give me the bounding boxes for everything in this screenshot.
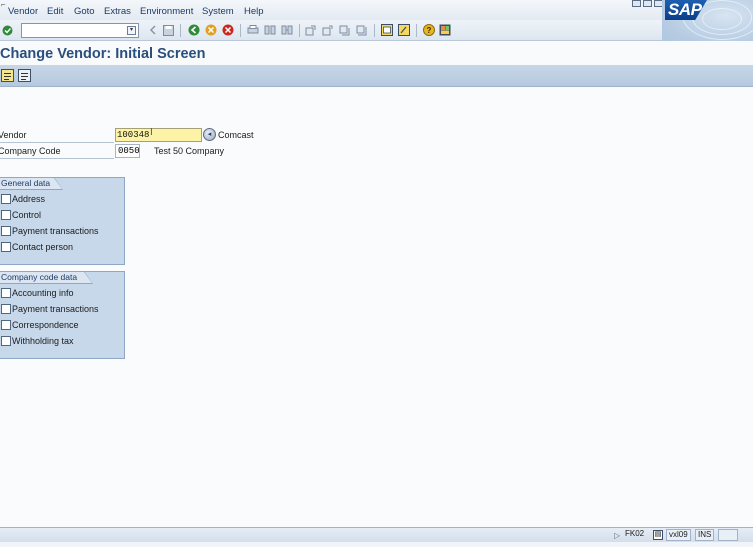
vendor-name-text: Comcast — [218, 130, 254, 140]
menu-edit[interactable]: Edit — [47, 6, 63, 17]
vendor-field[interactable]: 100348 — [115, 128, 202, 142]
accounting-info-checkbox[interactable] — [1, 288, 11, 298]
window-menu-icon[interactable]: ⌐ — [1, 0, 6, 9]
help-icon[interactable]: ? — [423, 24, 435, 36]
menu-environment[interactable]: Environment — [140, 6, 193, 17]
sap-logo-area: SAP — [662, 0, 753, 45]
maximize-icon[interactable] — [643, 0, 652, 7]
work-area: Vendor 100348 I ◂ Comcast Company Code 0… — [0, 88, 753, 528]
text-cursor-icon: I — [150, 127, 153, 138]
status-empty-cell — [718, 529, 738, 541]
standard-toolbar: ▾ ? — [0, 20, 662, 41]
checkbox-row[interactable]: Accounting info — [1, 287, 74, 299]
vendor-label: Vendor — [0, 130, 27, 140]
company-code-label: Company Code — [0, 146, 61, 156]
back-nav-icon[interactable] — [147, 24, 159, 36]
menu-help[interactable]: Help — [244, 6, 264, 17]
previous-page-icon[interactable] — [322, 24, 334, 36]
payment-transactions-checkbox[interactable] — [1, 226, 11, 236]
checkbox-row[interactable]: Contact person — [1, 241, 73, 253]
payment-transactions-label: Payment transactions — [12, 226, 99, 236]
command-history-dropdown-icon[interactable]: ▾ — [127, 26, 136, 35]
command-input[interactable] — [22, 24, 126, 37]
create-session-icon[interactable] — [381, 24, 393, 36]
contact-person-label: Contact person — [12, 242, 74, 252]
print-icon[interactable] — [247, 24, 259, 36]
cc-payment-transactions-label: Payment transactions — [12, 304, 99, 314]
save-icon[interactable] — [162, 24, 174, 36]
menu-bar: ⌐ Vendor Edit Goto Extras Environment Sy… — [0, 0, 753, 20]
cc-payment-transactions-checkbox[interactable] — [1, 304, 11, 314]
company-code-field[interactable]: 0050 — [115, 144, 140, 158]
contact-person-checkbox[interactable] — [1, 242, 11, 252]
menu-goto[interactable]: Goto — [74, 6, 95, 17]
server-name: vxl09 — [666, 529, 691, 541]
withholding-tax-label: Withholding tax — [12, 336, 74, 346]
system-info-icon[interactable]: ▤ — [653, 530, 663, 540]
command-field[interactable]: ▾ — [21, 23, 139, 38]
checkbox-row[interactable]: Control — [1, 209, 41, 221]
enter-icon[interactable] — [1, 24, 13, 36]
company-name-text: Test 50 Company — [154, 146, 225, 156]
checkbox-row[interactable]: Payment transactions — [1, 303, 99, 315]
select-all-icon[interactable] — [1, 69, 14, 82]
exit-icon[interactable] — [205, 24, 217, 36]
menu-extras[interactable]: Extras — [104, 6, 131, 17]
address-checkbox[interactable] — [1, 194, 11, 204]
correspondence-label: Correspondence — [12, 320, 79, 330]
accounting-info-label: Accounting info — [12, 288, 74, 298]
company-code-data-title: Company code data — [0, 271, 93, 284]
page-title: Change Vendor: Initial Screen — [0, 46, 206, 62]
checkbox-row[interactable]: Withholding tax — [1, 335, 74, 347]
next-page-icon[interactable] — [339, 24, 351, 36]
last-page-icon[interactable] — [356, 24, 368, 36]
control-label: Control — [12, 210, 42, 220]
company-code-data-group: Company code data Accounting info Paymen… — [0, 271, 125, 359]
title-bar: Change Vendor: Initial Screen — [0, 41, 753, 65]
bottom-strip — [0, 542, 753, 547]
address-label: Address — [12, 194, 46, 204]
first-page-icon[interactable] — [305, 24, 317, 36]
cancel-icon[interactable] — [222, 24, 234, 36]
checkbox-row[interactable]: Payment transactions — [1, 225, 99, 237]
search-help-icon[interactable]: ◂ — [203, 128, 216, 141]
correspondence-checkbox[interactable] — [1, 320, 11, 330]
general-data-group: General data Address Control Payment tra… — [0, 177, 125, 265]
transaction-code: FK02 — [625, 529, 645, 538]
svg-text:?: ? — [427, 26, 432, 35]
status-toggle-icon[interactable]: ▷ — [614, 531, 620, 540]
application-toolbar — [0, 65, 753, 87]
menu-system[interactable]: System — [202, 6, 234, 17]
general-data-title: General data — [0, 177, 63, 190]
deselect-all-icon[interactable] — [18, 69, 31, 82]
back-icon[interactable] — [188, 24, 200, 36]
layout-menu-icon[interactable] — [439, 24, 451, 36]
checkbox-row[interactable]: Address — [1, 193, 45, 205]
checkbox-row[interactable]: Correspondence — [1, 319, 79, 331]
find-next-icon[interactable] — [281, 24, 293, 36]
control-checkbox[interactable] — [1, 210, 11, 220]
withholding-tax-checkbox[interactable] — [1, 336, 11, 346]
find-icon[interactable] — [264, 24, 276, 36]
menu-vendor[interactable]: Vendor — [8, 6, 38, 17]
shortcut-icon[interactable] — [398, 24, 410, 36]
status-bar: ▷ FK02 ▤ vxl09 INS — [0, 527, 753, 542]
minimize-icon[interactable] — [632, 0, 641, 7]
insert-mode: INS — [695, 529, 715, 541]
